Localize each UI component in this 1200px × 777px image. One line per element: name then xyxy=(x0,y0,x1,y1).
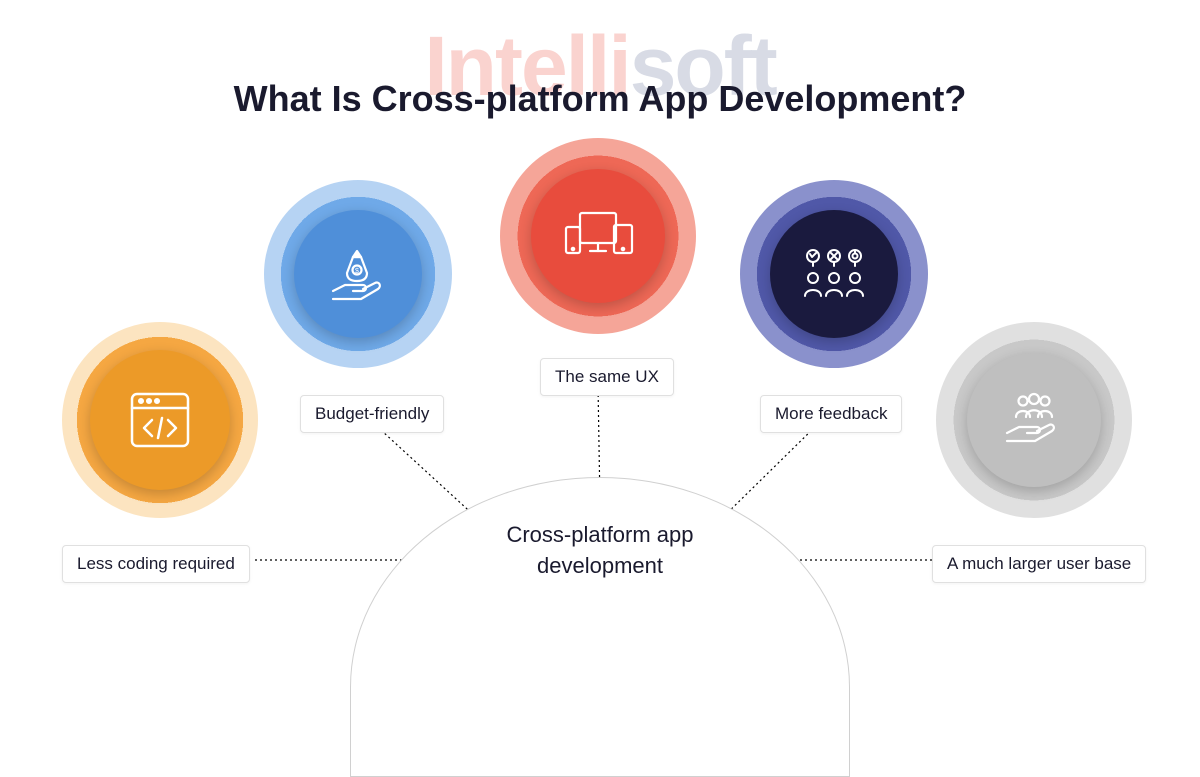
circle-inner: $ xyxy=(294,210,422,338)
code-window-icon xyxy=(128,390,192,450)
people-feedback-icon xyxy=(799,244,869,304)
circle-bg: $ xyxy=(264,180,452,368)
circle-inner xyxy=(90,350,230,490)
svg-text:$: $ xyxy=(355,268,359,275)
hub-label: Cross-platform appdevelopment xyxy=(351,520,849,582)
label-feedback: More feedback xyxy=(760,395,902,433)
circle-inner xyxy=(531,169,665,303)
node-same-ux xyxy=(500,138,696,334)
node-less-coding xyxy=(62,322,258,518)
circle-inner xyxy=(967,353,1101,487)
circle-inner xyxy=(770,210,898,338)
money-hand-icon: $ xyxy=(327,243,389,305)
circle-bg xyxy=(740,180,928,368)
label-budget: Budget-friendly xyxy=(300,395,444,433)
circle-bg xyxy=(500,138,696,334)
label-same-ux: The same UX xyxy=(540,358,674,396)
node-user-base xyxy=(936,322,1132,518)
circle-bg xyxy=(62,322,258,518)
label-user-base: A much larger user base xyxy=(932,545,1146,583)
page-title: What Is Cross-platform App Development? xyxy=(234,78,967,120)
circle-bg xyxy=(936,322,1132,518)
devices-icon xyxy=(560,207,636,265)
users-hand-icon xyxy=(1001,389,1067,451)
node-feedback xyxy=(740,180,928,368)
node-budget: $ xyxy=(264,180,452,368)
label-less-coding: Less coding required xyxy=(62,545,250,583)
center-hub: Cross-platform appdevelopment xyxy=(350,477,850,777)
